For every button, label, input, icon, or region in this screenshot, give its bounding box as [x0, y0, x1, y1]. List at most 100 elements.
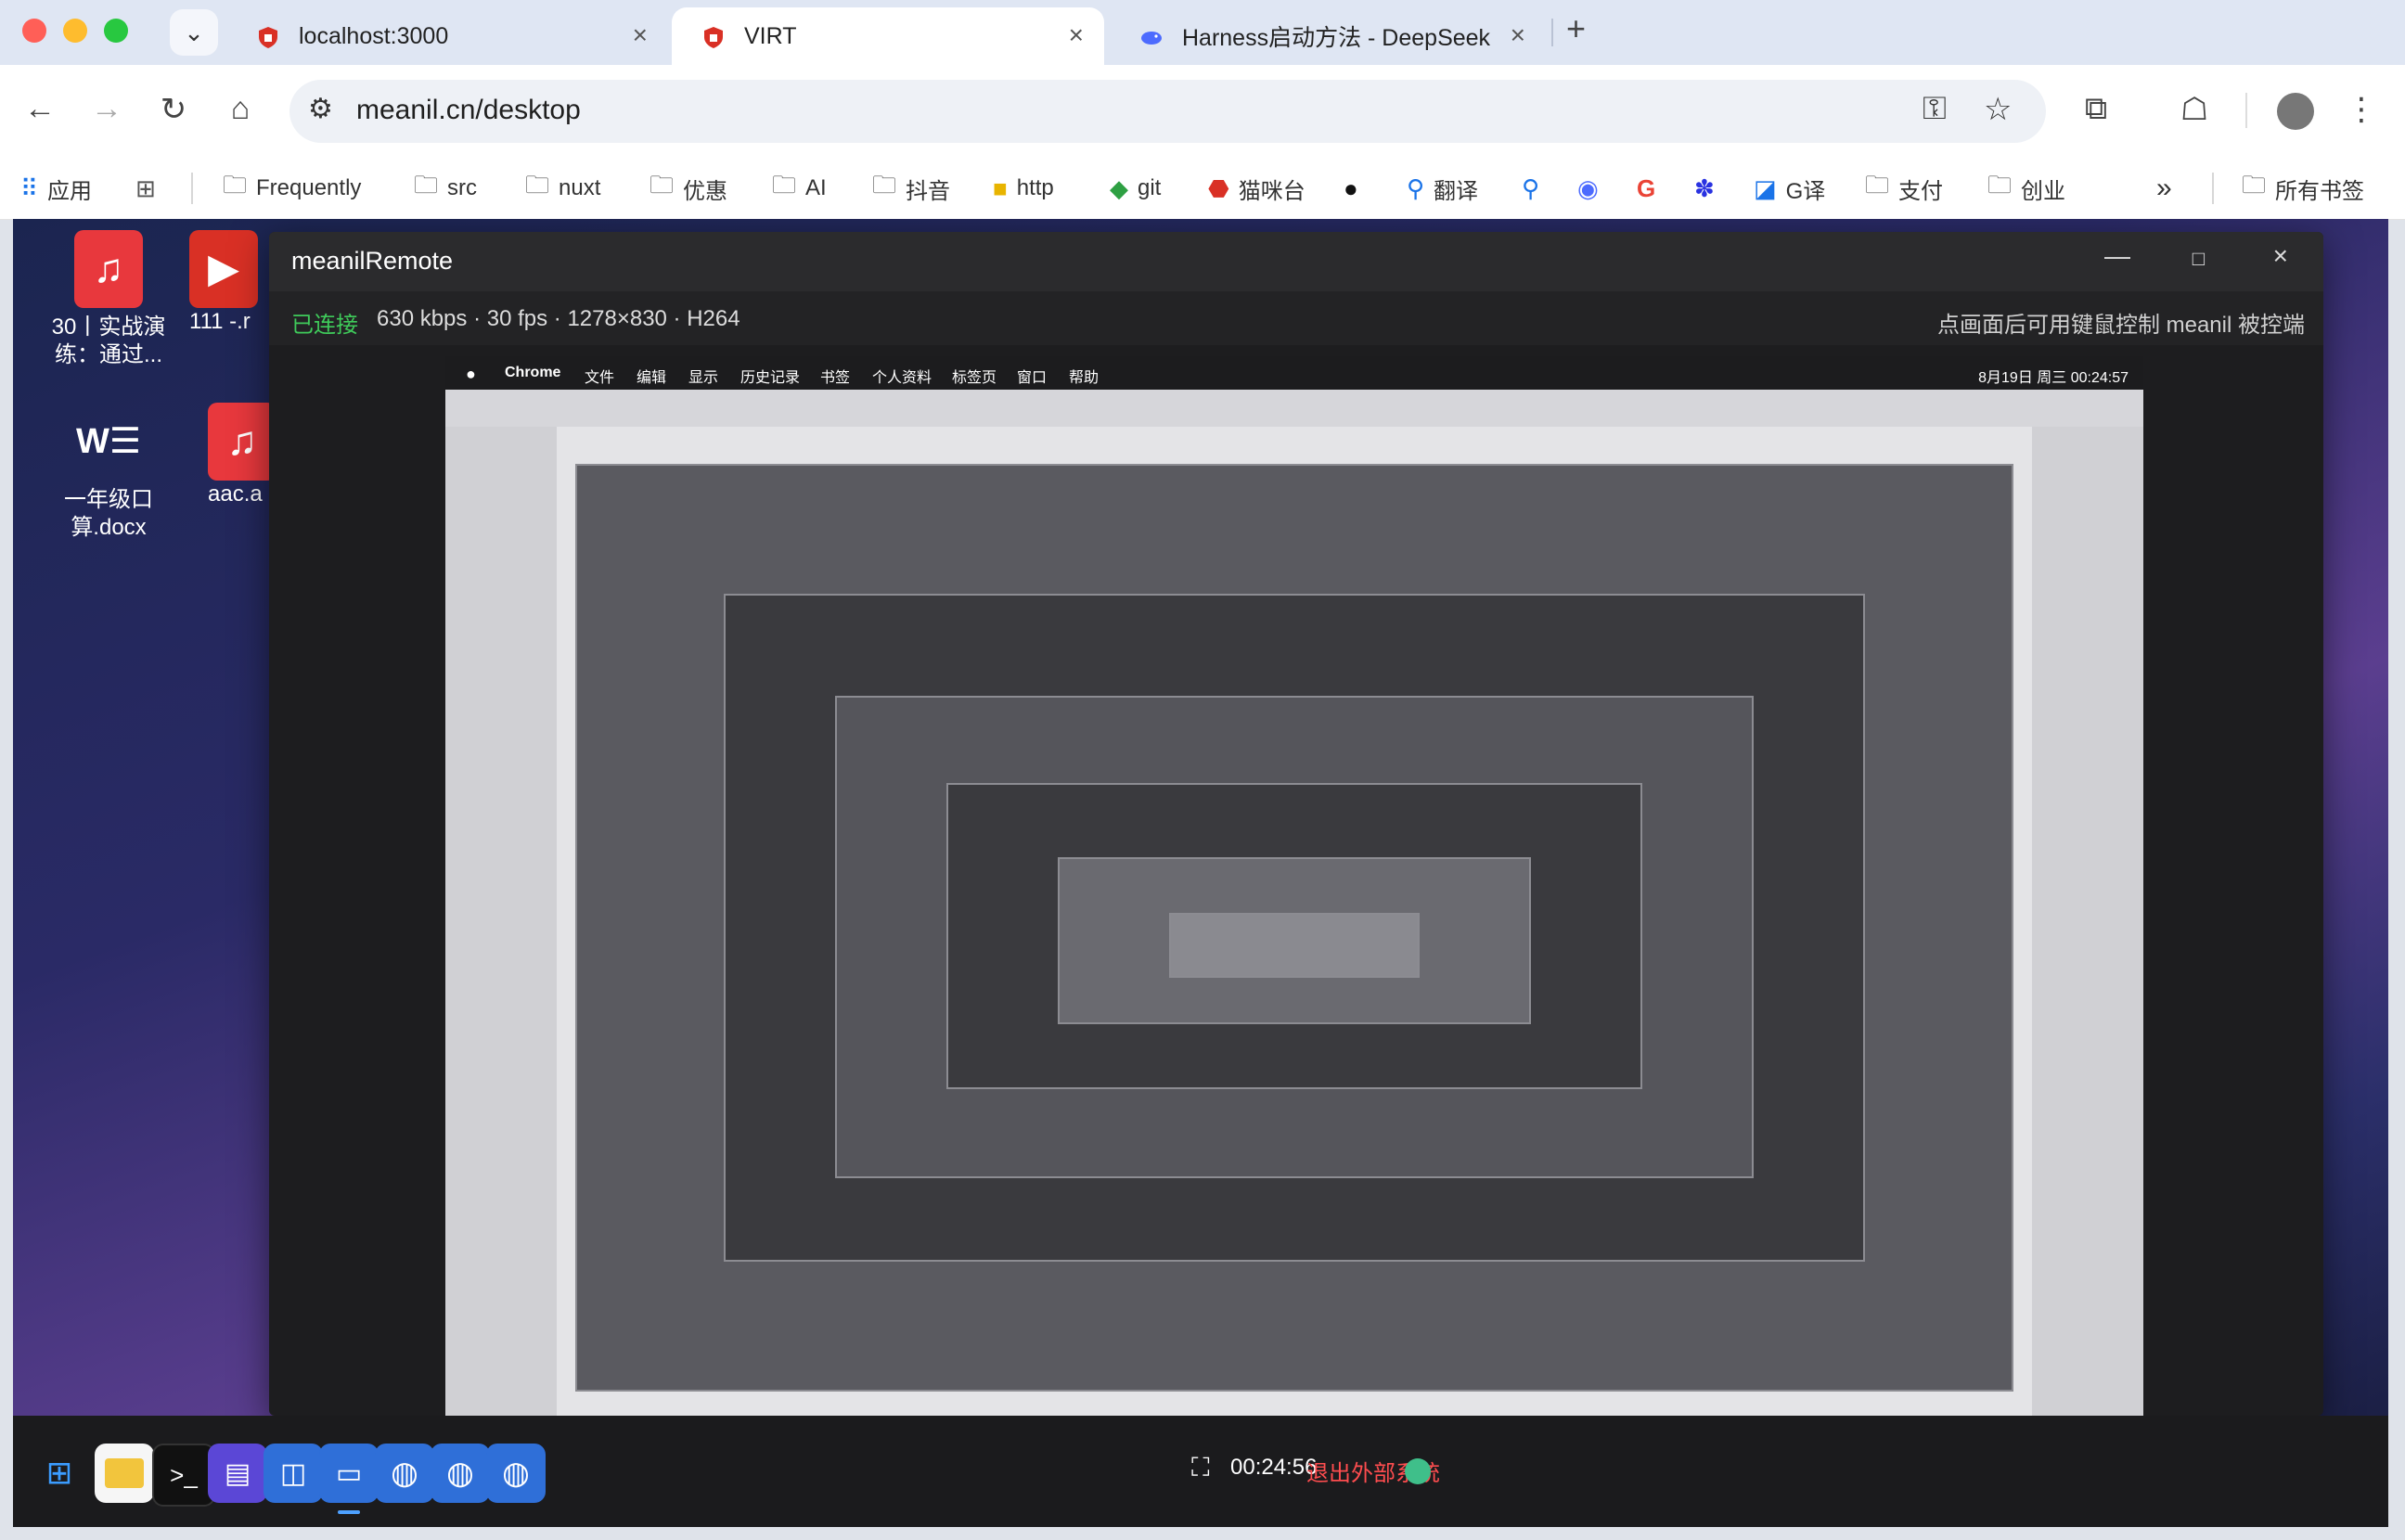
desktop-icon-music-1[interactable]: ♫ 30丨实战演练：通过... [39, 230, 178, 369]
remote-app-sidebar [445, 427, 557, 1416]
google-icon: G [1637, 173, 1656, 202]
remote-viewer-window[interactable]: meanilRemote — □ × 已连接 630 kbps · 30 fps… [269, 232, 2323, 1416]
search-icon: ⚲ [1522, 173, 1540, 202]
github-icon: ● [1344, 173, 1358, 202]
window-titlebar: meanilRemote — □ × [269, 232, 2323, 291]
chevron-down-icon: ⌄ [184, 18, 204, 46]
bookmark-ai[interactable]: 🗀 AI [772, 163, 827, 213]
fullscreen-icon[interactable]: ⛶ [1191, 1453, 1210, 1483]
bookmark-baidu[interactable]: ✽ [1694, 163, 1724, 213]
reload-button[interactable]: ↻ [152, 91, 195, 128]
bookmark-http[interactable]: ■ http [993, 163, 1054, 213]
key-icon[interactable]: ⚿ [1923, 91, 1947, 127]
red-shield-icon [259, 27, 277, 48]
window-title: meanilRemote [291, 247, 454, 275]
bookmark-divider [191, 173, 193, 204]
maximize-button[interactable]: □ [2193, 247, 2205, 271]
globe-icon[interactable]: ◍ [431, 1444, 490, 1503]
menu-tabs: 标签页 [952, 370, 997, 386]
zoom-window-button[interactable] [104, 19, 128, 43]
bookmark-grid[interactable]: ⊞ [135, 163, 165, 213]
bookmark-all[interactable]: 🗀 所有书签 [2242, 163, 2364, 213]
folder-icon: 🗀 [223, 171, 248, 199]
folder-icon: 🗀 [872, 171, 897, 199]
tab-search-button[interactable]: ⌄ [170, 9, 218, 56]
forward-button[interactable]: → [85, 91, 128, 127]
bookmark-maomitai[interactable]: ⬣ 猫咪台 [1208, 163, 1305, 213]
bookmark-search[interactable]: ⚲ [1522, 163, 1549, 213]
bookmark-google[interactable]: G [1637, 163, 1665, 213]
close-tab-icon[interactable]: × [1511, 20, 1525, 50]
bookmark-youhui[interactable]: 🗀 优惠 [649, 163, 727, 213]
folder-icon: 🗀 [772, 171, 797, 199]
incognito-icon: ☖ [2180, 92, 2209, 127]
tab-label: localhost:3000 [299, 22, 449, 49]
new-tab-button[interactable]: + [1566, 9, 1586, 48]
back-button[interactable]: ← [19, 91, 61, 127]
close-window-button[interactable] [22, 19, 46, 43]
file-manager-icon[interactable] [95, 1444, 154, 1503]
remote-desktop-page: ♫ 30丨实战演练：通过... ▶ 111 -.r W☰ 一年级口算.docx … [13, 219, 2388, 1527]
remote-screen[interactable]: ● Chrome 文件 编辑 显示 历史记录 书签 个人资料 标签页 窗口 帮助… [445, 356, 2143, 1416]
reload-icon: ↻ [160, 92, 187, 127]
remote-screen-icon[interactable]: ▭ [319, 1444, 379, 1503]
arrow-right-icon: → [91, 91, 122, 126]
tab-localhost[interactable]: localhost:3000 × [226, 7, 668, 65]
folder-icon: 🗀 [414, 171, 439, 199]
menu-button[interactable]: ⋮ [2340, 91, 2383, 128]
tab-virt[interactable]: VIRT × [672, 7, 1104, 65]
close-tab-icon[interactable]: × [633, 20, 648, 50]
bookmark-chuangye[interactable]: 🗀 创业 [1987, 163, 2065, 213]
menu-help: 帮助 [1069, 370, 1100, 386]
menu-bookmarks: 书签 [820, 370, 851, 386]
globe-icon[interactable]: ◍ [375, 1444, 434, 1503]
bookmark-divider [2212, 173, 2214, 204]
music-file-icon: ♫ [208, 403, 269, 481]
bookmark-google-translate[interactable]: ◪ G译 [1754, 163, 1825, 213]
bookmark-git[interactable]: ◆ git [1110, 163, 1161, 213]
window-manager-icon[interactable]: ▤ [208, 1444, 267, 1503]
desktop-icon-word[interactable]: W☰ 一年级口算.docx [39, 403, 178, 542]
deepseek-whale-icon [1141, 32, 1162, 45]
bookmark-apps[interactable]: ⠿ 应用 [20, 163, 92, 213]
kebab-menu-icon: ⋮ [2346, 92, 2377, 127]
home-button[interactable]: ⌂ [219, 91, 262, 127]
bookmark-deepseek[interactable]: ◉ [1577, 163, 1608, 213]
bookmark-douyin[interactable]: 🗀 抖音 [872, 163, 950, 213]
star-icon[interactable]: ☆ [1984, 91, 2012, 128]
start-windows-icon[interactable]: ⊞ [30, 1444, 89, 1503]
connection-status: 已连接 [291, 313, 358, 338]
bookmark-nuxt[interactable]: 🗀 nuxt [525, 163, 600, 213]
incognito-button[interactable]: ☖ [2173, 91, 2216, 128]
browser-window-icon[interactable]: ◫ [264, 1444, 323, 1503]
word-doc-icon: W☰ [76, 422, 141, 461]
bookmark-src[interactable]: 🗀 src [414, 163, 477, 213]
menu-history: 历史记录 [740, 370, 801, 386]
minimize-window-button[interactable] [63, 19, 87, 43]
desktop-icon-music-2[interactable]: ♫ aac.a [208, 403, 269, 508]
remote-app-panel [2032, 427, 2143, 1416]
desktop-icon-label: 30丨实战演练：通过... [51, 314, 166, 367]
globe-icon[interactable]: ◍ [486, 1444, 546, 1503]
search-icon: ⚲ [1407, 173, 1425, 202]
active-indicator [338, 1510, 360, 1514]
browser-toolbar: ← → ↻ ⌂ ⚙ meanil.cn/desktop ⚿ ☆ ⧉ ☖ ⋮ [0, 65, 2405, 158]
bookmark-zhifu[interactable]: 🗀 支付 [1865, 163, 1943, 213]
apps-grid-icon: ⠿ [20, 173, 39, 202]
google-translate-icon: ◪ [1754, 173, 1777, 202]
terminal-icon[interactable]: >_ [152, 1444, 215, 1507]
bookmark-github[interactable]: ● [1344, 163, 1368, 213]
close-tab-icon[interactable]: × [1069, 20, 1084, 50]
bookmarks-overflow-button[interactable]: » [2156, 163, 2172, 213]
desktop-icon-label: aac.a [208, 481, 263, 507]
close-button[interactable]: × [2273, 241, 2288, 271]
extensions-button[interactable]: ⧉ [2075, 91, 2117, 127]
bookmark-frequently[interactable]: 🗀 Frequently [223, 163, 361, 213]
address-bar[interactable]: ⚙ meanil.cn/desktop ⚿ ☆ [289, 80, 2046, 143]
bookmark-fanyi[interactable]: ⚲ 翻译 [1407, 163, 1478, 213]
desktop-icon-video[interactable]: ▶ 111 -.r [189, 230, 269, 336]
minimize-button[interactable]: — [2104, 241, 2130, 271]
tab-deepseek[interactable]: Harness启动方法 - DeepSeek × [1110, 7, 1546, 65]
avatar[interactable] [2277, 93, 2314, 130]
site-settings-icon[interactable]: ⚙ [308, 93, 333, 125]
